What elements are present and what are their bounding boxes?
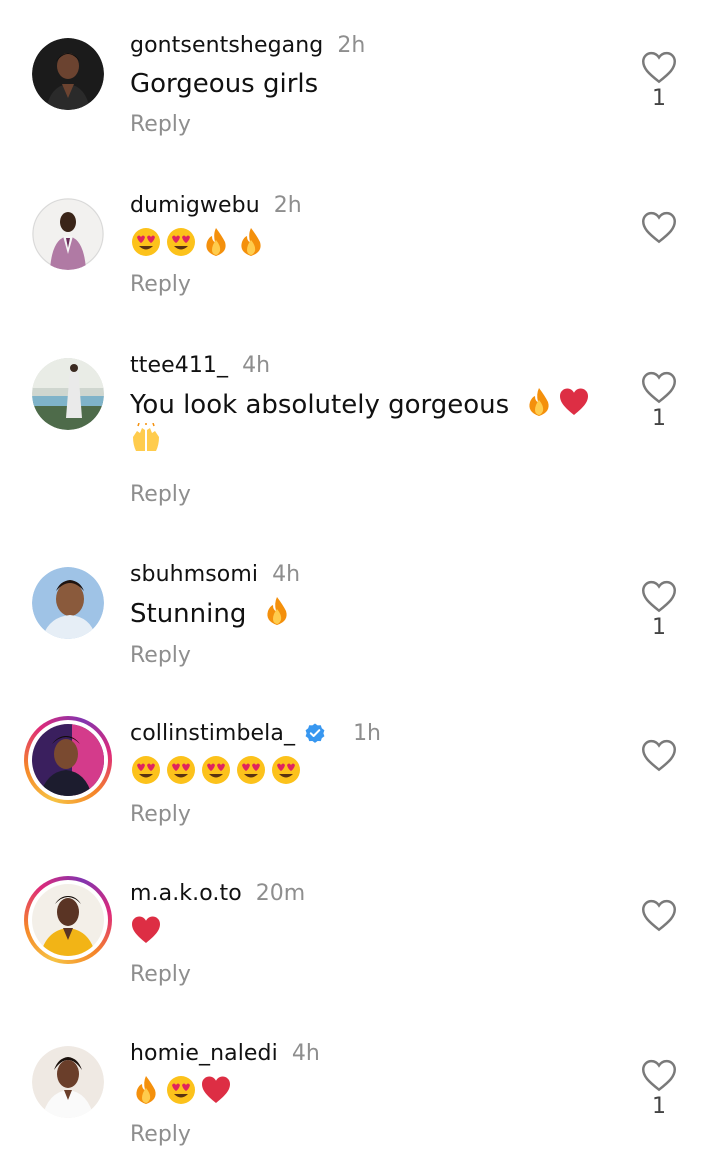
heart-outline-icon[interactable] xyxy=(640,210,678,244)
like-count: 1 xyxy=(652,86,666,111)
raised-hands-emoji-icon xyxy=(133,423,159,451)
comment-username[interactable]: m.a.k.o.to xyxy=(130,881,242,906)
comment-time: 1h xyxy=(353,720,382,746)
red-heart-emoji-icon xyxy=(560,388,589,415)
heart-outline-icon[interactable] xyxy=(640,50,678,84)
fire-emoji-icon xyxy=(136,1076,156,1104)
comment-time: 2h xyxy=(273,192,302,218)
comment-username[interactable]: homie_naledi xyxy=(130,1041,278,1066)
heart-eyes-emoji-icon xyxy=(167,1076,195,1104)
comment-time: 4h xyxy=(291,1040,320,1066)
comment-username[interactable]: dumigwebu xyxy=(130,193,260,218)
reply-button[interactable]: Reply xyxy=(130,112,191,137)
comment-emojis xyxy=(130,754,610,791)
avatar xyxy=(32,884,104,956)
heart-eyes-emoji-icon xyxy=(237,756,265,784)
comment-emojis xyxy=(130,914,610,951)
avatar xyxy=(32,724,104,796)
red-heart-emoji-icon xyxy=(132,916,160,943)
comment-username[interactable]: gontsentshegang xyxy=(130,33,323,58)
comment-time: 4h xyxy=(242,352,271,378)
heart-eyes-emoji-icon xyxy=(202,756,230,784)
comment-username[interactable]: sbuhmsomi xyxy=(130,562,258,587)
reply-button[interactable]: Reply xyxy=(130,482,191,507)
comment-username[interactable]: collinstimbela_ xyxy=(130,721,295,746)
avatar[interactable] xyxy=(32,1046,104,1118)
heart-outline-icon[interactable] xyxy=(640,898,678,932)
reply-button[interactable]: Reply xyxy=(130,643,191,668)
comment-time: 4h xyxy=(272,561,301,587)
heart-outline-icon[interactable] xyxy=(640,579,678,613)
avatar-story-ring[interactable] xyxy=(24,876,112,964)
comment-time: 20m xyxy=(255,880,306,906)
reply-button[interactable]: Reply xyxy=(130,1122,191,1147)
heart-eyes-emoji-icon xyxy=(132,228,160,256)
like-count: 1 xyxy=(652,615,666,640)
comment-time: 2h xyxy=(337,32,366,58)
heart-eyes-emoji-icon xyxy=(272,756,300,784)
like-count: 1 xyxy=(652,1094,666,1119)
avatar[interactable] xyxy=(32,567,104,639)
heart-eyes-emoji-icon xyxy=(132,756,160,784)
fire-emoji-icon xyxy=(206,228,226,256)
comment-emojis xyxy=(130,226,610,263)
comment-text: You look absolutely gorgeous xyxy=(130,386,600,460)
comment-text: Gorgeous girls xyxy=(130,69,319,99)
heart-outline-icon[interactable] xyxy=(640,370,678,404)
reply-button[interactable]: Reply xyxy=(130,802,191,827)
heart-eyes-emoji-icon xyxy=(167,756,195,784)
avatar[interactable] xyxy=(32,198,104,270)
verified-badge-icon xyxy=(305,723,325,743)
avatar[interactable] xyxy=(32,358,104,430)
comment-username[interactable]: ttee411_ xyxy=(130,353,228,378)
comment-text: Stunning xyxy=(130,595,610,632)
comment-emojis xyxy=(130,1074,610,1111)
heart-outline-icon[interactable] xyxy=(640,738,678,772)
fire-emoji-icon xyxy=(529,388,550,416)
avatar-story-ring[interactable] xyxy=(24,716,112,804)
like-count: 1 xyxy=(652,406,666,431)
avatar[interactable] xyxy=(32,38,104,110)
fire-emoji-icon xyxy=(267,597,287,625)
heart-eyes-emoji-icon xyxy=(167,228,195,256)
fire-emoji-icon xyxy=(241,228,261,256)
reply-button[interactable]: Reply xyxy=(130,962,191,987)
red-heart-emoji-icon xyxy=(202,1076,230,1103)
heart-outline-icon[interactable] xyxy=(640,1058,678,1092)
reply-button[interactable]: Reply xyxy=(130,272,191,297)
